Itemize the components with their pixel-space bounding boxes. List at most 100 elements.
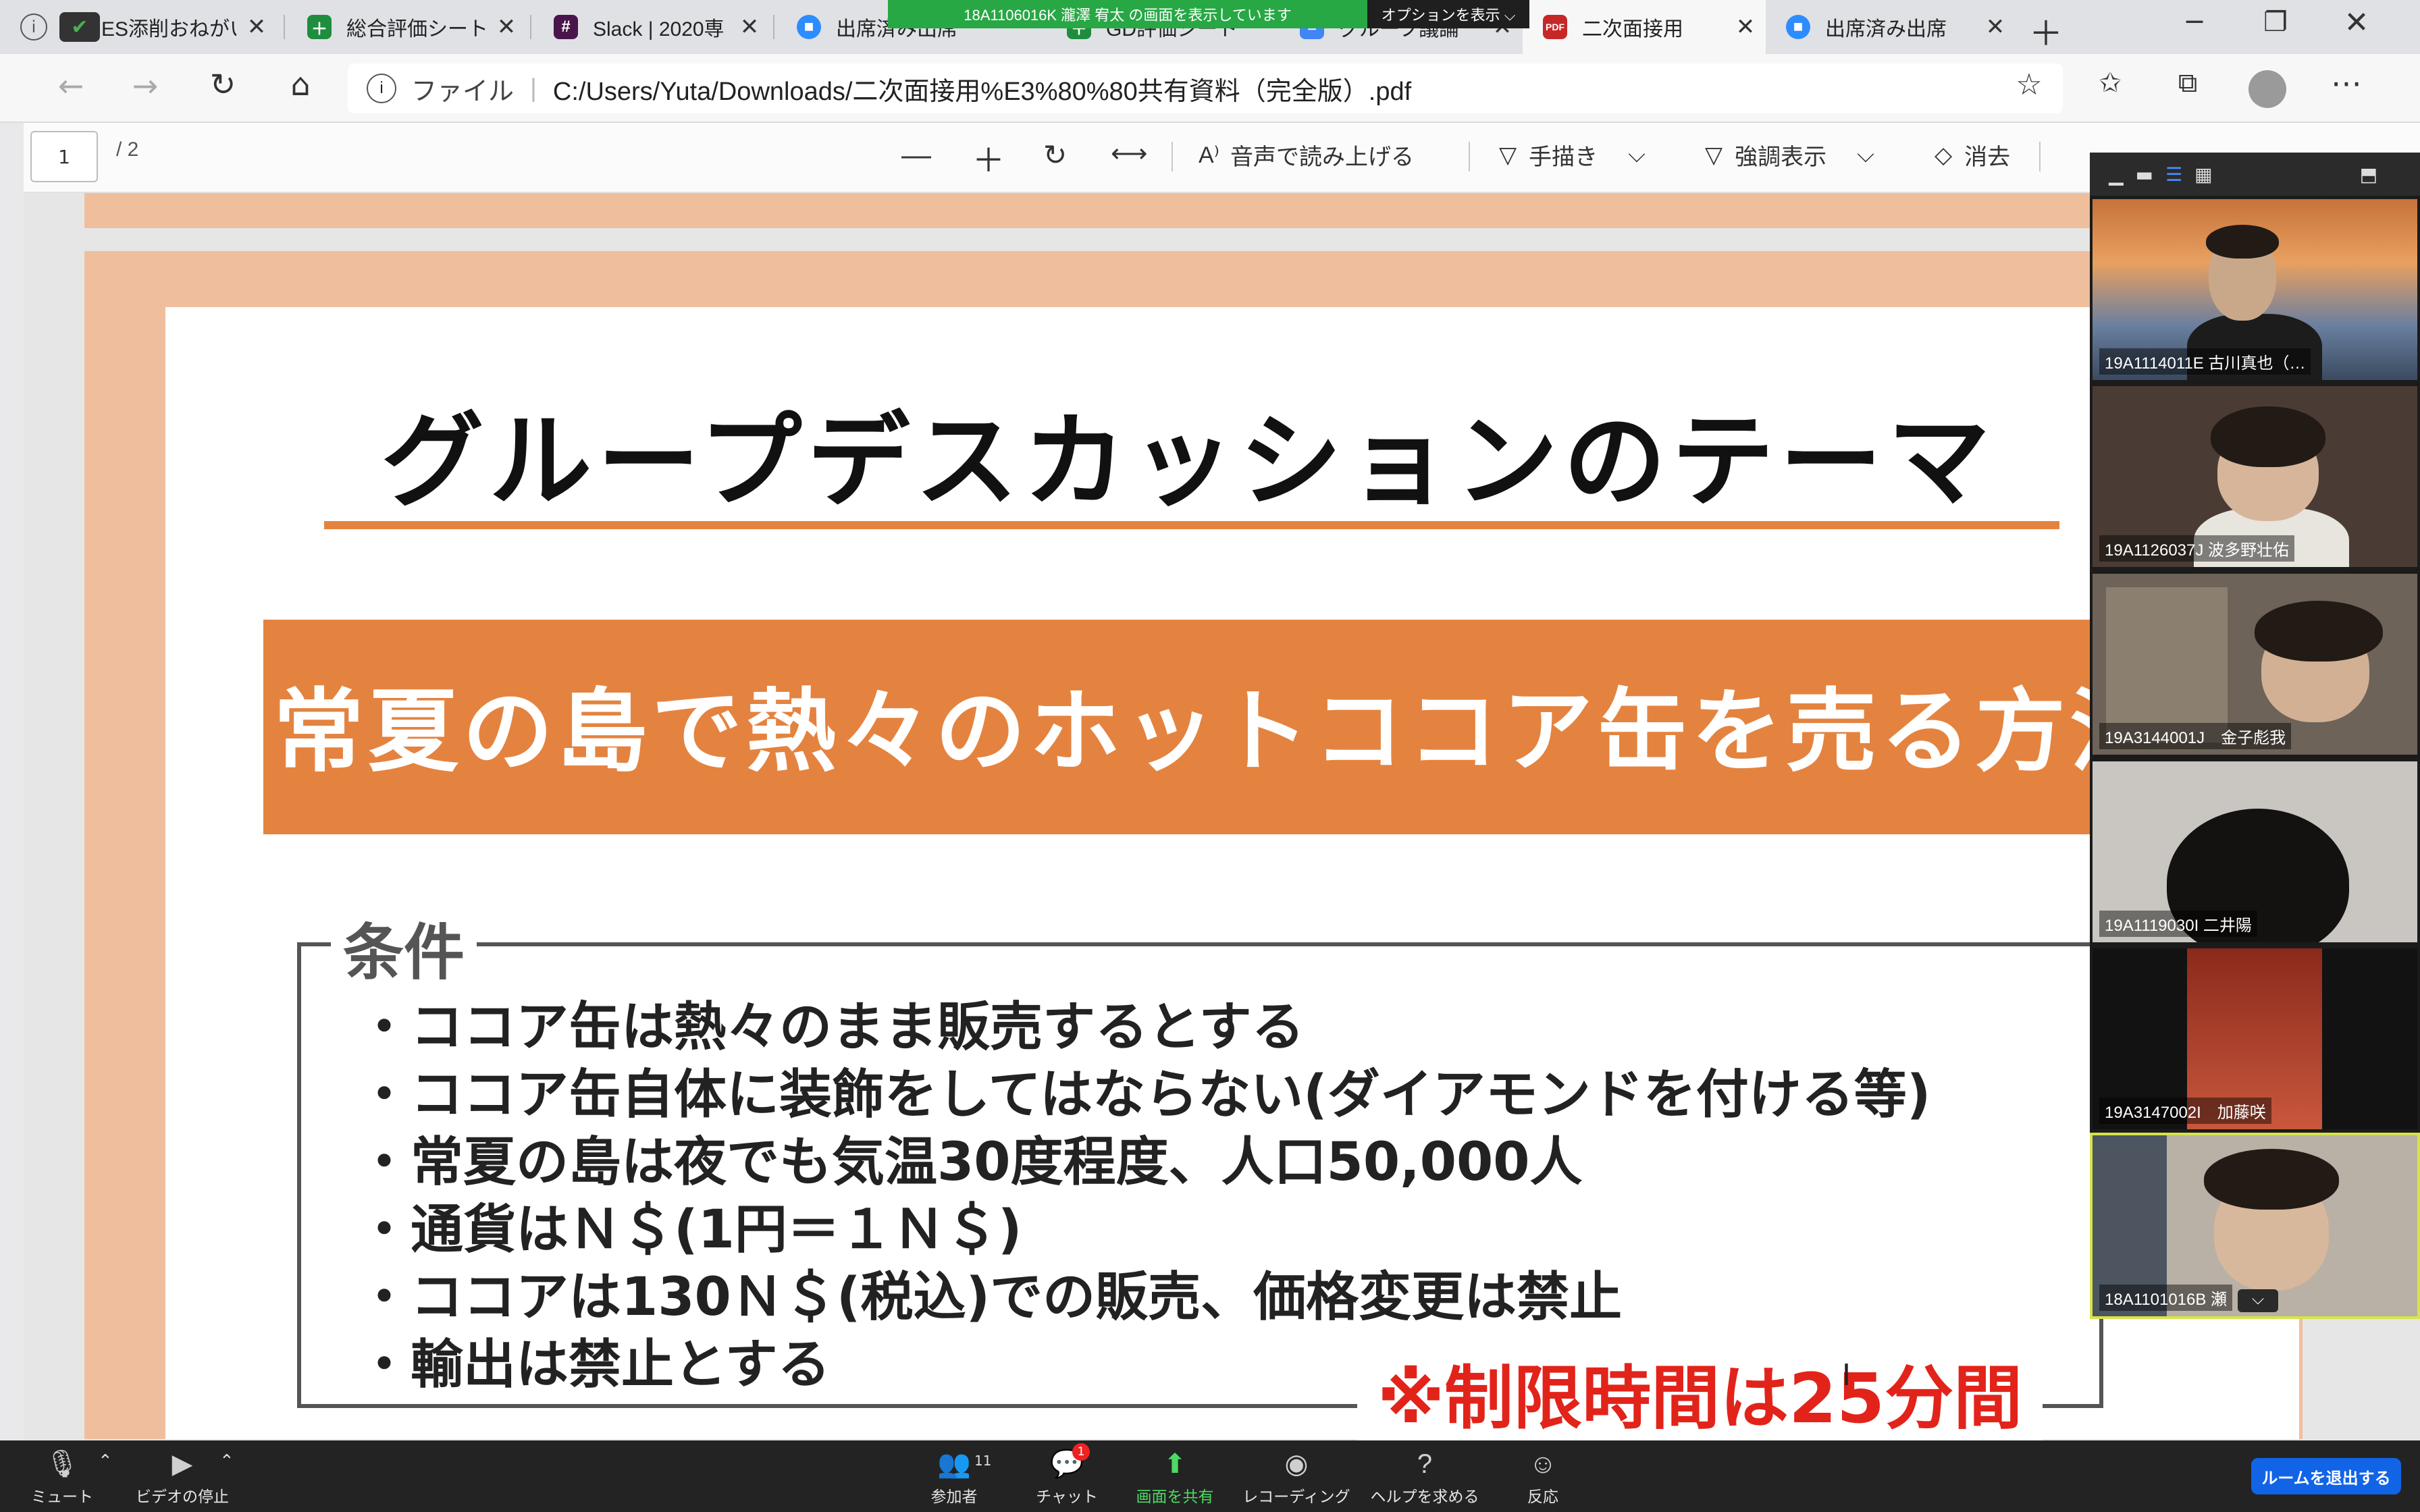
back-arrow-icon[interactable]: ← — [47, 68, 95, 104]
participant-tile[interactable]: 19A1114011E 古川真也（… — [2093, 199, 2417, 380]
title-underline — [324, 521, 2059, 529]
record-button[interactable]: ◉ レコーディング — [1236, 1444, 1357, 1507]
tab-sheets-evaluation[interactable]: ＋ 総合評価シート ✕ — [287, 0, 527, 54]
info-icon[interactable]: i — [20, 14, 47, 40]
theme-text: 常夏の島で熱々のホットココア缶を売る方法 — [273, 679, 2165, 784]
screen-share-banner: 18A1106016K 瀧澤 宥太 の画面を表示しています — [888, 0, 1367, 28]
pdf-icon: PDF — [1543, 15, 1567, 39]
list-item: 常夏の島は夜でも気温30度程度、人口50,000人 — [358, 1129, 1930, 1196]
leave-room-button[interactable]: ルームを退出する — [2251, 1458, 2401, 1494]
participants-count: 11 — [974, 1453, 992, 1469]
rotate-icon[interactable]: ↻ — [1043, 138, 1067, 171]
favorites-list-icon[interactable]: ✩ — [2086, 68, 2134, 99]
popout-icon[interactable]: ⬒ — [2360, 163, 2377, 186]
share-screen-button[interactable]: ⬆ 画面を共有 — [1114, 1444, 1236, 1507]
participant-name: 19A3144001J 金子彪我 — [2099, 723, 2292, 749]
home-icon[interactable]: ⌂ — [277, 66, 324, 103]
conditions-label: 条件 — [331, 903, 477, 991]
avatar[interactable] — [2248, 70, 2286, 108]
participant-tile[interactable]: 19A1119030I 二井陽 — [2093, 761, 2417, 942]
close-icon[interactable]: ✕ — [1725, 14, 1766, 40]
draw-button[interactable]: ▽ 手描き ⌵ — [1499, 138, 1646, 171]
sheets-icon: ＋ — [307, 15, 332, 39]
participants-label: 参加者 — [930, 1488, 978, 1505]
list-item: ココア缶は熱々のまま販売するとする — [358, 994, 1930, 1061]
participant-name: 19A1119030I 二井陽 — [2099, 911, 2257, 937]
participant-tile[interactable]: 19A3147002I 加藤咲 — [2093, 948, 2417, 1129]
participant-name: 19A1114011E 古川真也（… — [2099, 348, 2311, 375]
erase-button[interactable]: ◇ 消去 — [1935, 138, 2010, 171]
ask-help-button[interactable]: ? ヘルプを求める — [1364, 1444, 1485, 1507]
chevron-down-icon[interactable]: ⌵ — [1628, 142, 1646, 168]
page-total: / 2 — [116, 138, 139, 161]
close-icon[interactable]: ✕ — [729, 14, 770, 40]
window-close-icon[interactable]: ✕ — [2333, 5, 2380, 40]
chevron-up-icon[interactable]: ⌃ — [98, 1451, 113, 1472]
close-icon[interactable]: ✕ — [486, 14, 527, 40]
tab-separator — [284, 15, 285, 39]
share-options-button[interactable]: オプションを表示 ⌵ — [1367, 0, 1529, 28]
minimize-icon[interactable]: ▁ — [2109, 163, 2124, 186]
refresh-icon[interactable]: ↻ — [199, 66, 246, 103]
read-aloud-button[interactable]: A⁾ 音声で読み上げる — [1199, 138, 1414, 171]
participant-tile[interactable]: 19A1126037J 波多野壮佑 — [2093, 386, 2417, 567]
participant-tile-active-speaker[interactable]: 18A1101016B 瀬 ⌵ — [2090, 1133, 2420, 1319]
collections-icon[interactable]: ⧉ — [2164, 68, 2211, 99]
previous-page-edge — [84, 193, 2265, 228]
tab-zoom-attendance-2[interactable]: ■ 出席済み出席 ✕ — [1766, 0, 2016, 54]
zoom-camera-icon: ■ — [1786, 15, 1810, 39]
highlight-label: 強調表示 — [1735, 144, 1827, 170]
restore-icon[interactable]: ❐ — [2252, 7, 2299, 38]
bookshelf — [2106, 587, 2228, 742]
zoom-out-icon[interactable]: — — [901, 138, 931, 172]
toolbar-separator — [2039, 142, 2041, 171]
share-label: 画面を共有 — [1136, 1488, 1214, 1505]
fit-width-icon[interactable]: ⟷ — [1111, 138, 1147, 169]
tab-separator — [530, 15, 531, 39]
participant-name: 18A1101016B 瀬 — [2099, 1285, 2233, 1311]
participants-button[interactable]: 👥 参加者 — [893, 1444, 1015, 1507]
info-icon: i — [367, 74, 396, 103]
conditions-list: ココア缶は熱々のまま販売するとする ココア缶自体に装飾をしてはならない(ダイアモ… — [358, 994, 1930, 1399]
more-menu-icon[interactable]: ⋯ — [2323, 65, 2370, 101]
highlight-button[interactable]: ▽ 強調表示 ⌵ — [1705, 138, 1874, 171]
chat-label: チャット — [1036, 1488, 1098, 1505]
new-tab-icon[interactable]: ＋ — [2022, 7, 2070, 53]
read-aloud-icon: A⁾ — [1199, 142, 1220, 168]
page-number-input[interactable]: 1 — [30, 131, 98, 182]
erase-label: 消去 — [1964, 144, 2011, 170]
tab-es[interactable]: ES添削おねがい ✕ — [81, 0, 277, 54]
tab-pdf-active[interactable]: PDF 二次面接用 ✕ — [1523, 0, 1766, 54]
toolbar-separator — [1172, 142, 1173, 171]
emoji-icon: ☺ — [1529, 1449, 1557, 1479]
zoom-camera-icon: ■ — [797, 15, 821, 39]
participant-hair — [2255, 601, 2383, 662]
chevron-down-icon[interactable]: ⌵ — [2238, 1289, 2278, 1312]
help-label: ヘルプを求める — [1370, 1488, 1479, 1505]
address-separator: | — [530, 74, 537, 103]
chevron-down-icon[interactable]: ⌵ — [1857, 142, 1874, 168]
tab-slack[interactable]: # Slack | 2020専 ✕ — [533, 0, 770, 54]
chevron-up-icon[interactable]: ⌃ — [219, 1451, 234, 1472]
address-bar[interactable]: i ファイル | C:/Users/Yuta/Downloads/二次面接用%E… — [348, 63, 2063, 113]
close-icon[interactable]: ✕ — [1975, 14, 2016, 40]
minimize-icon[interactable]: ─ — [2171, 7, 2218, 38]
zoom-in-icon[interactable]: ＋ — [972, 134, 1005, 181]
participants-icon: 👥 — [937, 1449, 971, 1479]
forward-arrow-icon[interactable]: → — [122, 68, 169, 104]
record-icon: ◉ — [1284, 1449, 1309, 1479]
toolbar-separator — [1469, 142, 1470, 171]
tab-title: ES添削おねがい — [101, 18, 236, 40]
reactions-button[interactable]: ☺ 反応 — [1482, 1444, 1604, 1507]
chat-button[interactable]: 💬 チャット — [1006, 1444, 1128, 1507]
close-icon[interactable]: ✕ — [236, 14, 277, 40]
thumbnail-icon[interactable]: ▬ — [2136, 163, 2153, 186]
speaker-view-icon[interactable]: ☰ — [2165, 163, 2182, 186]
participant-tile[interactable]: 19A3144001J 金子彪我 — [2093, 574, 2417, 755]
gallery-view-icon[interactable]: ▦ — [2194, 163, 2212, 186]
favorite-star-icon[interactable]: ☆ — [2005, 68, 2053, 102]
slack-icon: # — [554, 15, 578, 39]
help-icon: ? — [1417, 1449, 1433, 1479]
tab-separator — [773, 15, 774, 39]
time-limit-note: ※制限時間は25分間 — [1357, 1343, 2043, 1442]
